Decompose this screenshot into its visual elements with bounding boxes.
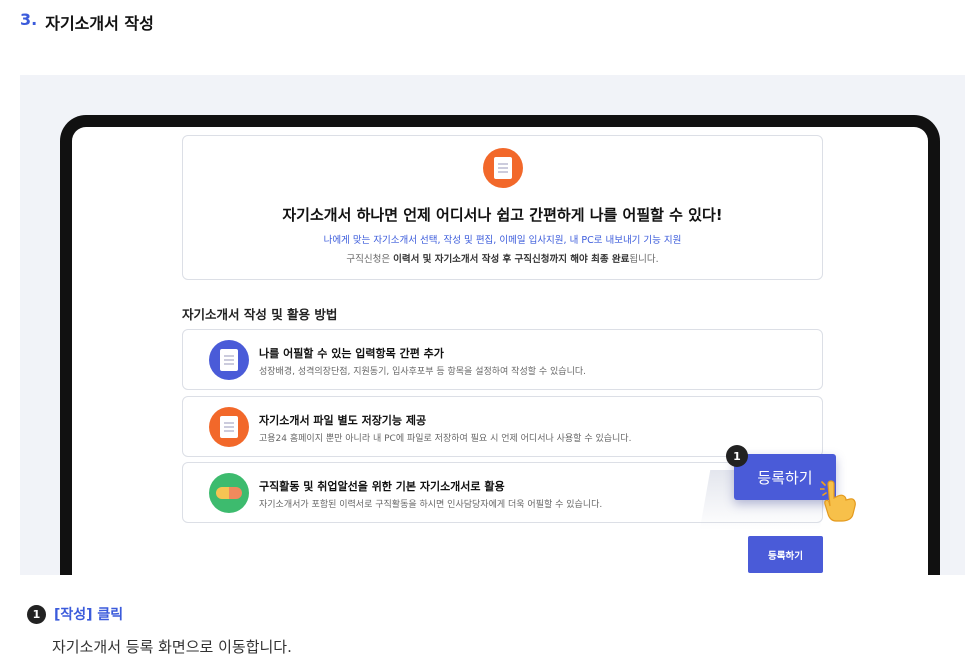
intro-note-suffix: 됩니다. bbox=[629, 254, 659, 265]
intro-note-prefix: 구직신청은 bbox=[346, 254, 394, 265]
feature-desc: 성장배경, 성격의장단점, 지원동기, 입사후포부 등 항목을 설정하여 작성할… bbox=[259, 367, 586, 377]
document-icon bbox=[209, 407, 249, 447]
intro-note-bold: 이력서 및 자기소개서 작성 후 구직신청까지 해야 최종 완료 bbox=[393, 254, 630, 265]
section-heading: 3. 자기소개서 작성 bbox=[20, 10, 154, 34]
feature-title: 자기소개서 파일 별도 저장기능 제공 bbox=[259, 414, 427, 427]
intro-subtitle: 나에게 맞는 자기소개서 선택, 작성 및 편집, 이메일 입사지원, 내 PC… bbox=[323, 235, 682, 246]
feature-item: 나를 어필할 수 있는 입력항목 간편 추가 성장배경, 성격의장단점, 지원동… bbox=[182, 329, 823, 390]
step-marker: 1 bbox=[27, 604, 46, 624]
howto-title: 자기소개서 작성 및 활용 방법 bbox=[182, 307, 338, 322]
section-title: 자기소개서 작성 bbox=[45, 14, 154, 33]
feature-title: 구직활동 및 취업알선을 위한 기본 자기소개서로 활용 bbox=[259, 480, 505, 493]
register-button[interactable]: 등록하기 bbox=[748, 536, 823, 573]
feature-item: 자기소개서 파일 별도 저장기능 제공 고용24 홈페이지 뿐만 아니라 내 P… bbox=[182, 396, 823, 457]
step-title: [작성] 클릭 bbox=[54, 607, 124, 623]
pointing-hand-icon bbox=[820, 480, 856, 522]
callout-marker: 1 bbox=[726, 445, 748, 467]
document-edit-icon bbox=[209, 340, 249, 380]
intro-note: 구직신청은 이력서 및 자기소개서 작성 후 구직신청까지 해야 최종 완료됩니… bbox=[183, 251, 822, 265]
intro-title: 자기소개서 하나면 언제 어디서나 쉽고 간편하게 나를 어필할 수 있다! bbox=[282, 206, 723, 224]
step-caption: 1 [작성] 클릭 bbox=[27, 604, 123, 624]
handshake-icon bbox=[209, 473, 249, 513]
section-number: 3. bbox=[20, 10, 38, 29]
step-description: 자기소개서 등록 화면으로 이동합니다. bbox=[52, 638, 292, 656]
document-icon bbox=[483, 148, 523, 188]
feature-title: 나를 어필할 수 있는 입력항목 간편 추가 bbox=[259, 347, 444, 360]
intro-card: 자기소개서 하나면 언제 어디서나 쉽고 간편하게 나를 어필할 수 있다! 나… bbox=[182, 135, 823, 280]
feature-desc: 자기소개서가 포함된 이력서로 구직활동을 하시면 인사담당자에게 더욱 어필할… bbox=[259, 500, 603, 510]
feature-desc: 고용24 홈페이지 뿐만 아니라 내 PC에 파일로 저장하여 필요 시 언제 … bbox=[259, 434, 632, 444]
